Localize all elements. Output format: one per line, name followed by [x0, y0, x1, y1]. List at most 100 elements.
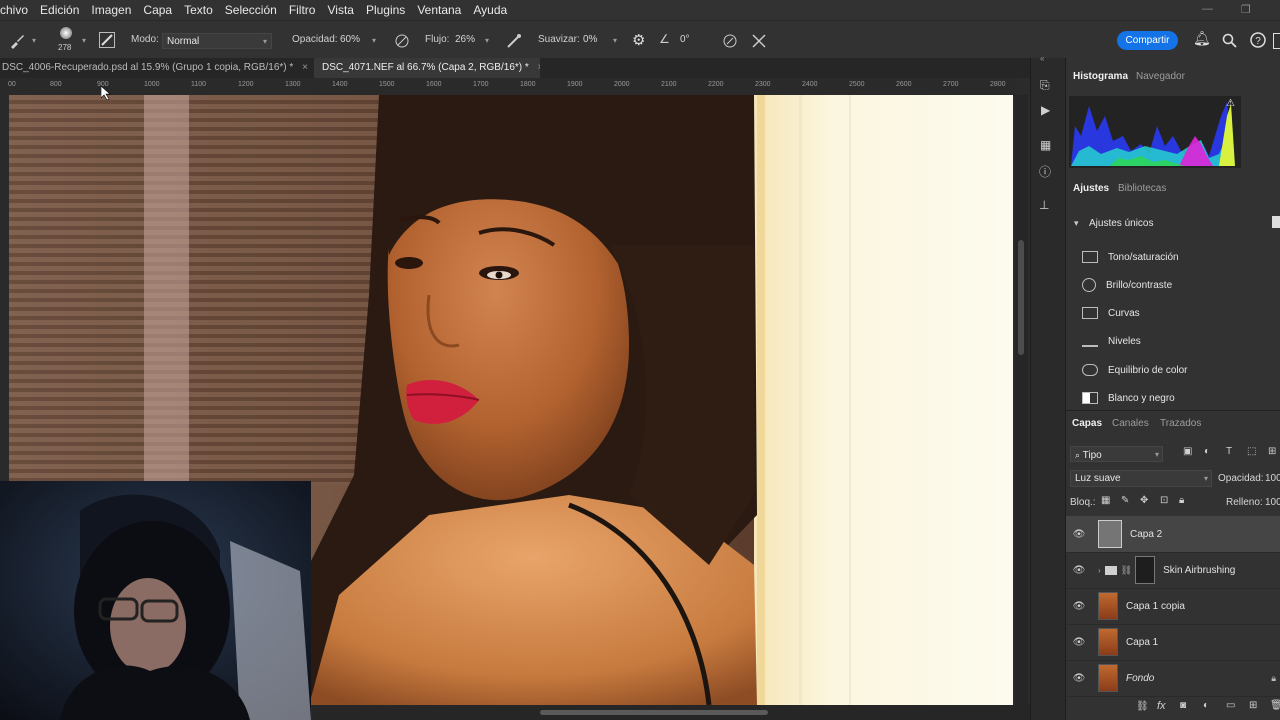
search-icon[interactable]: [1222, 33, 1238, 49]
gear-icon[interactable]: ⚙: [632, 31, 645, 49]
lock-paint-icon[interactable]: ✎: [1121, 495, 1129, 506]
info-icon[interactable]: ⓘ: [1039, 163, 1051, 180]
chevron-right-icon[interactable]: ›: [1098, 566, 1101, 575]
menu-edit[interactable]: Edición: [40, 3, 87, 17]
collapse-panels-icon[interactable]: «: [1040, 54, 1044, 63]
tab-adjustments[interactable]: Ajustes: [1073, 183, 1109, 194]
eye-icon[interactable]: 👁︎: [1072, 673, 1086, 684]
actions-play-icon[interactable]: ▶: [1041, 103, 1050, 117]
new-layer-icon[interactable]: ⊞: [1249, 700, 1257, 711]
add-mask-icon[interactable]: ◙: [1180, 700, 1186, 711]
tab-paths[interactable]: Trazados: [1160, 418, 1201, 429]
adjustment-curves[interactable]: Curvas: [1082, 301, 1140, 325]
share-button[interactable]: Compartir: [1117, 31, 1178, 50]
brush-tip-icon[interactable]: [60, 27, 72, 39]
menu-image[interactable]: Imagen: [91, 3, 139, 17]
lock-artboard-icon[interactable]: ⊡: [1160, 495, 1168, 506]
flow-input[interactable]: 26%: [455, 34, 475, 45]
opacity-input[interactable]: 60%: [340, 34, 360, 45]
help-icon[interactable]: ?: [1250, 32, 1266, 48]
menu-layer[interactable]: Capa: [143, 3, 180, 17]
airbrush-icon[interactable]: [506, 33, 522, 49]
adjustment-brightness-contrast[interactable]: Brillo/contraste: [1082, 273, 1172, 297]
tab-libraries[interactable]: Bibliotecas: [1118, 183, 1166, 194]
layer-thumbnail: [1098, 592, 1118, 620]
layer-style-icon[interactable]: fx: [1157, 700, 1166, 712]
stamp-icon[interactable]: ⊥: [1039, 198, 1049, 212]
horizontal-scrollbar[interactable]: [312, 705, 1030, 720]
brush-picker-chevron-icon[interactable]: ▾: [82, 36, 86, 45]
lock-transparency-icon[interactable]: ▦: [1101, 495, 1110, 506]
restore-icon[interactable]: ❐: [1241, 3, 1251, 16]
brush-settings-icon[interactable]: [99, 32, 115, 48]
filter-smart-object-icon[interactable]: ⊞: [1268, 446, 1276, 457]
adjustment-hue-saturation[interactable]: Tono/saturación: [1082, 245, 1179, 269]
swatches-icon[interactable]: ▦: [1040, 138, 1051, 152]
filter-shape-icon[interactable]: ⬚: [1247, 446, 1256, 457]
layer-group-row[interactable]: 👁︎ › ⛓ Skin Airbrushing: [1066, 552, 1280, 589]
chevron-down-icon[interactable]: ▾: [1074, 218, 1079, 229]
layer-opacity-input[interactable]: 100: [1265, 473, 1280, 484]
filter-pixel-icon[interactable]: ▣: [1183, 446, 1192, 457]
new-adjustment-icon[interactable]: ◐: [1203, 700, 1209, 711]
pressure-size-icon[interactable]: [722, 33, 738, 49]
delete-layer-icon[interactable]: 🗑︎: [1270, 700, 1280, 711]
tab-channels[interactable]: Canales: [1112, 418, 1149, 429]
angle-input[interactable]: 0°: [680, 34, 690, 45]
link-layers-icon[interactable]: ⛓: [1136, 701, 1149, 712]
smoothing-input[interactable]: 0%: [583, 34, 597, 45]
tab-document-2[interactable]: DSC_4071.NEF al 66.7% (Capa 2, RGB/16*) …: [314, 58, 540, 78]
histogram-warning-icon[interactable]: ⚠: [1226, 98, 1235, 109]
adjustment-color-balance[interactable]: Equilibrio de color: [1082, 358, 1188, 382]
close-icon[interactable]: ×: [302, 62, 308, 73]
menu-file[interactable]: chivo: [0, 3, 36, 17]
mode-select[interactable]: Normal ▾: [162, 33, 272, 49]
fill-input[interactable]: 100: [1265, 497, 1280, 508]
layer-filter-select[interactable]: ⌕ Tipo ▾: [1070, 446, 1163, 462]
brush-tool-icon[interactable]: [8, 32, 26, 50]
tool-preset-chevron-icon[interactable]: ▾: [32, 36, 36, 45]
vertical-scrollbar[interactable]: [1015, 95, 1028, 705]
tab-layers[interactable]: Capas: [1072, 418, 1102, 429]
tab-navigator[interactable]: Navegador: [1136, 71, 1185, 82]
pressure-opacity-icon[interactable]: [394, 33, 410, 49]
minimize-icon[interactable]: —: [1202, 3, 1213, 15]
close-icon[interactable]: ×: [538, 62, 540, 73]
lock-position-icon[interactable]: ✥: [1140, 495, 1148, 506]
symmetry-icon[interactable]: [750, 32, 768, 50]
menu-window[interactable]: Ventana: [417, 3, 469, 17]
workspace-icon[interactable]: [1273, 33, 1280, 49]
horizontal-scroll-thumb[interactable]: [540, 710, 768, 715]
eye-icon[interactable]: 👁︎: [1072, 529, 1086, 540]
layer-row[interactable]: 👁︎ Fondo 🔒︎: [1066, 660, 1280, 697]
notifications-bell-icon[interactable]: 🔔︎: [1193, 30, 1211, 47]
layer-row[interactable]: 👁︎ Capa 2: [1066, 516, 1280, 553]
link-icon[interactable]: ⛓: [1121, 565, 1132, 576]
eye-icon[interactable]: 👁︎: [1072, 565, 1086, 576]
menu-type[interactable]: Texto: [184, 3, 221, 17]
opacity-chevron-icon[interactable]: ▾: [372, 36, 376, 45]
eye-icon[interactable]: 👁︎: [1072, 601, 1086, 612]
lock-all-icon[interactable]: 🔒︎: [1179, 495, 1184, 506]
menu-help[interactable]: Ayuda: [473, 3, 515, 17]
tab-document-1[interactable]: DSC_4006-Recuperado.psd al 15.9% (Grupo …: [0, 58, 312, 78]
menu-select[interactable]: Selección: [225, 3, 285, 17]
layer-row[interactable]: 👁︎ Capa 1: [1066, 624, 1280, 661]
menu-plugins[interactable]: Plugins: [366, 3, 413, 17]
menu-filter[interactable]: Filtro: [289, 3, 324, 17]
adjustment-black-white[interactable]: Blanco y negro: [1082, 386, 1175, 410]
filter-type-icon[interactable]: T: [1226, 446, 1232, 457]
panel-menu-icon[interactable]: [1272, 216, 1280, 228]
history-icon[interactable]: ⎘: [1040, 78, 1050, 93]
filter-adjustment-icon[interactable]: ◐: [1204, 446, 1210, 457]
new-group-icon[interactable]: ▭: [1226, 700, 1235, 711]
blend-mode-select[interactable]: Luz suave ▾: [1070, 470, 1212, 487]
flow-chevron-icon[interactable]: ▾: [485, 36, 489, 45]
vertical-scroll-thumb[interactable]: [1018, 240, 1024, 355]
tab-histogram[interactable]: Histograma: [1073, 71, 1128, 82]
layer-row[interactable]: 👁︎ Capa 1 copia: [1066, 588, 1280, 625]
eye-icon[interactable]: 👁︎: [1072, 637, 1086, 648]
smoothing-chevron-icon[interactable]: ▾: [613, 36, 617, 45]
adjustment-levels[interactable]: Niveles: [1082, 329, 1141, 353]
menu-view[interactable]: Vista: [327, 3, 361, 17]
